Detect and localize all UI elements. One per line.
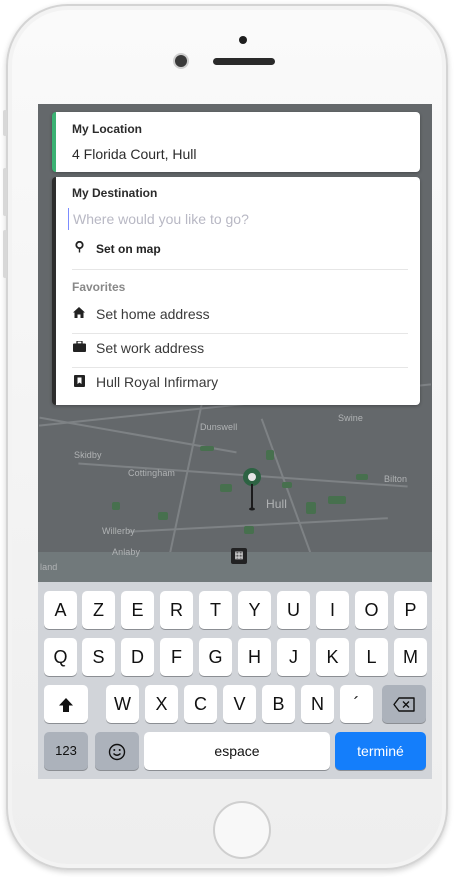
key-j[interactable]: J [277,638,310,676]
key-x[interactable]: X [145,685,178,723]
key-h[interactable]: H [238,638,271,676]
key-r[interactable]: R [160,591,193,629]
favorite-label: Set work address [96,340,205,356]
emoji-icon [108,743,126,760]
done-key[interactable]: terminé [335,732,426,770]
key-p[interactable]: P [394,591,427,629]
my-location-value: 4 Florida Court, Hull [72,146,197,162]
set-on-map-label: Set on map [96,241,161,256]
mute-switch [3,110,7,136]
divider [72,333,408,334]
key-l[interactable]: L [355,638,388,676]
divider [72,269,408,270]
keyboard: A Z E R T Y U I O P Q S D F G H J K L M … [38,582,432,779]
screen: Swine Dunswell Skidby Cottingham Bilton … [38,104,432,779]
key-n[interactable]: N [301,685,334,723]
key-u[interactable]: U [277,591,310,629]
key-e[interactable]: E [121,591,154,629]
favorite-home-address[interactable]: Set home address [72,306,408,322]
key-v[interactable]: V [223,685,256,723]
favorite-label: Set home address [96,306,210,322]
briefcase-icon [72,340,86,355]
my-location-title: My Location [72,122,143,136]
key-i[interactable]: I [316,591,349,629]
key-o[interactable]: O [355,591,388,629]
key-g[interactable]: G [199,638,232,676]
location-pin-icon [72,240,86,256]
favorites-heading: Favorites [72,280,126,294]
key-t[interactable]: T [199,591,232,629]
key-k[interactable]: K [316,638,349,676]
space-key[interactable]: espace [144,732,330,770]
front-camera [175,55,187,67]
emoji-key[interactable] [95,732,139,770]
key-m[interactable]: M [394,638,427,676]
key-y[interactable]: Y [238,591,271,629]
backspace-icon [393,697,415,712]
key-s[interactable]: S [82,638,115,676]
shift-key[interactable] [44,685,88,723]
key-z[interactable]: Z [82,591,115,629]
divider [72,367,408,368]
key-q[interactable]: Q [44,638,77,676]
my-location-card[interactable]: My Location 4 Florida Court, Hull [52,112,420,172]
destination-search-input[interactable] [68,208,398,230]
proximity-sensor [239,36,247,44]
key-w[interactable]: W [106,685,139,723]
favorite-hull-royal-infirmary[interactable]: Hull Royal Infirmary [72,374,408,390]
key-d[interactable]: D [121,638,154,676]
numbers-key[interactable]: 123 [44,732,88,770]
key-b[interactable]: B [262,685,295,723]
volume-up-button [3,168,7,216]
my-destination-title: My Destination [72,186,158,200]
volume-down-button [3,230,7,278]
set-on-map-button[interactable]: Set on map [72,240,408,256]
backspace-key[interactable] [382,685,426,723]
key-a[interactable]: A [44,591,77,629]
key-c[interactable]: C [184,685,217,723]
favorite-work-address[interactable]: Set work address [72,340,408,356]
bookmark-icon [72,374,86,390]
key-f[interactable]: F [160,638,193,676]
home-button[interactable] [213,801,271,859]
favorite-label: Hull Royal Infirmary [96,374,219,390]
home-icon [72,307,86,321]
earpiece-speaker [213,58,275,65]
shift-icon [59,698,73,713]
key-accent[interactable]: ´ [340,685,373,723]
my-destination-card: My Destination Set on map Favorites Set … [52,177,420,405]
